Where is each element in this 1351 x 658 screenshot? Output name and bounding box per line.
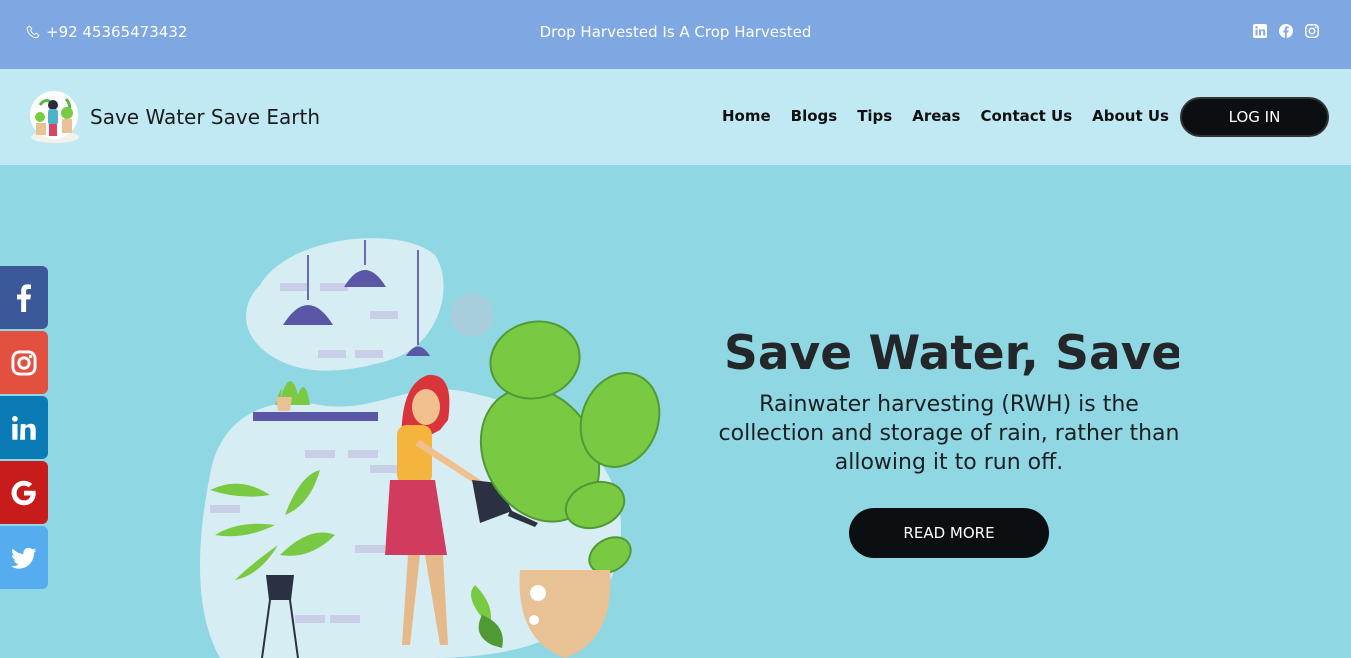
nav-home[interactable]: Home: [722, 107, 771, 125]
login-button[interactable]: LOG IN: [1180, 97, 1329, 137]
nav-tips[interactable]: Tips: [857, 107, 892, 125]
side-instagram-icon[interactable]: [0, 331, 48, 394]
brand-name[interactable]: Save Water Save Earth: [90, 105, 320, 129]
nav-areas[interactable]: Areas: [912, 107, 960, 125]
hero-illustration: [200, 238, 661, 658]
nav-blogs[interactable]: Blogs: [791, 107, 838, 125]
nav-about-us[interactable]: About Us: [1092, 107, 1169, 125]
hero-headline: Save Water, Save Earth: [724, 326, 1179, 381]
side-linkedin-icon[interactable]: [0, 396, 48, 459]
tagline: Drop Harvested Is A Crop Harvested: [539, 23, 812, 41]
nav-contact-us[interactable]: Contact Us: [980, 107, 1072, 125]
facebook-icon[interactable]: [1279, 23, 1293, 38]
side-google-icon[interactable]: [0, 461, 48, 524]
top-social-links: [1253, 23, 1319, 38]
instagram-icon[interactable]: [1305, 23, 1319, 38]
side-twitter-icon[interactable]: [0, 526, 48, 589]
top-bar: +92 45365473432 Drop Harvested Is A Crop…: [0, 0, 1351, 69]
side-social-bar: [0, 266, 48, 591]
primary-nav: Home Blogs Tips Areas Contact Us About U…: [722, 107, 1169, 125]
hero-description: Rainwater harvesting (RWH) is the collec…: [718, 392, 1180, 475]
read-more-button[interactable]: READ MORE: [849, 508, 1049, 558]
side-facebook-icon[interactable]: [0, 266, 48, 329]
main-navbar: Save Water Save Earth Home Blogs Tips Ar…: [0, 69, 1351, 165]
linkedin-icon[interactable]: [1253, 23, 1267, 38]
site-logo[interactable]: [28, 87, 82, 145]
